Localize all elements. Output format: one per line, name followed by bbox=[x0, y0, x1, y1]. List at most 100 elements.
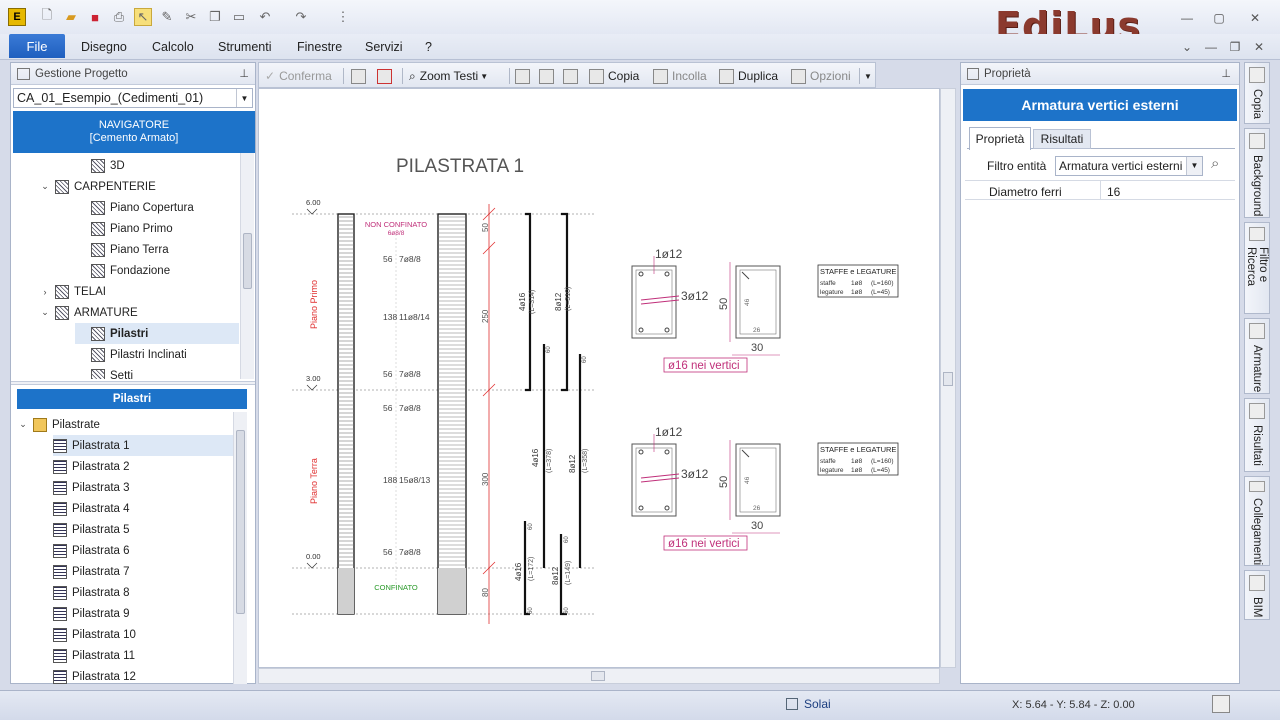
drawing-canvas[interactable]: PILASTRATA 1 6.00 3.00 0.00 Piano Primo … bbox=[258, 88, 940, 668]
copia-button[interactable]: Copia bbox=[589, 67, 639, 85]
zoom-testi-button[interactable]: ⌕ Zoom Testi ▼ bbox=[409, 67, 488, 85]
expand-toggle-icon[interactable]: › bbox=[39, 287, 51, 297]
pilastrata-item[interactable]: Pilastrata 12 bbox=[53, 666, 136, 684]
pilastrata-item[interactable]: Pilastrata 11 bbox=[53, 645, 135, 666]
solai-button[interactable]: Solai bbox=[786, 697, 831, 711]
tree-item[interactable]: ⌄ ARMATURE bbox=[39, 302, 138, 323]
tree-item[interactable]: Piano Copertura bbox=[75, 197, 194, 218]
menu-disegno[interactable]: Disegno bbox=[81, 40, 127, 54]
pilastrata-item[interactable]: Pilastrata 7 bbox=[53, 561, 130, 582]
chevron-down-icon[interactable]: ▼ bbox=[236, 89, 252, 107]
canvas-hscroll[interactable] bbox=[258, 668, 940, 684]
side-tab[interactable]: Filtro e Ricerca bbox=[1244, 222, 1270, 314]
scroll-thumb[interactable] bbox=[943, 372, 953, 386]
tree-root-pilastrate[interactable]: ⌄ Pilastrate bbox=[17, 414, 100, 435]
open-folder-icon[interactable]: ▰ bbox=[62, 8, 80, 26]
pin-icon[interactable]: ⊥ bbox=[239, 67, 249, 80]
undo-icon[interactable]: ↶ bbox=[256, 8, 274, 26]
scroll-thumb[interactable] bbox=[591, 671, 605, 681]
select-pointer-icon[interactable]: ↖ bbox=[134, 8, 152, 26]
title-bar: E 🗋 ▰ ■ ⎙ ↖ ✎ ✂ ❐ ▭ ↶ ↷ ⋮ EdiLus — ▢ ✕ bbox=[0, 0, 1280, 48]
grid-icon[interactable] bbox=[563, 67, 582, 85]
project-select[interactable]: CA_01_Esempio_(Cedimenti_01) ▼ bbox=[13, 88, 253, 108]
pilastrata-item[interactable]: Pilastrata 2 bbox=[53, 456, 130, 477]
copy-icon[interactable]: ❐ bbox=[206, 8, 224, 26]
edit-icon[interactable] bbox=[351, 67, 370, 85]
bar-label: (L=314) bbox=[529, 290, 536, 314]
property-value[interactable]: 16 bbox=[1107, 185, 1120, 199]
menu-calcolo[interactable]: Calcolo bbox=[152, 40, 194, 54]
scroll-thumb[interactable] bbox=[236, 430, 245, 614]
expand-toggle-icon[interactable]: ⌄ bbox=[39, 181, 51, 192]
tree-item[interactable]: Pilastri Inclinati bbox=[75, 344, 187, 365]
scroll-thumb[interactable] bbox=[243, 233, 252, 289]
new-file-icon[interactable]: 🗋 bbox=[38, 7, 56, 26]
pilastrata-item[interactable]: Pilastrata 5 bbox=[53, 519, 130, 540]
pilastrata-item[interactable]: Pilastrata 9 bbox=[53, 603, 130, 624]
tree-item[interactable]: Piano Terra bbox=[75, 239, 169, 260]
expand-toggle-icon[interactable]: ⌄ bbox=[17, 419, 29, 430]
opzioni-button[interactable]: Opzioni bbox=[791, 67, 851, 85]
ribbon-collapse-icon[interactable]: ⌄ bbox=[1176, 38, 1198, 56]
tree-item[interactable]: Piano Primo bbox=[75, 218, 173, 239]
canvas-vscroll[interactable] bbox=[940, 88, 956, 668]
file-menu-button[interactable]: File bbox=[9, 34, 65, 58]
pilastrata-item[interactable]: Pilastrata 8 bbox=[53, 582, 130, 603]
doc-minimize-icon[interactable]: — bbox=[1200, 38, 1222, 56]
menu-strumenti[interactable]: Strumenti bbox=[218, 40, 272, 54]
tree-item[interactable]: Pilastri bbox=[75, 323, 239, 344]
maximize-icon[interactable]: ▢ bbox=[1208, 9, 1230, 27]
tab-risultati[interactable]: Risultati bbox=[1033, 129, 1091, 149]
search-icon[interactable]: ⌕ bbox=[1211, 155, 1219, 172]
close-icon[interactable]: ✕ bbox=[1244, 9, 1266, 27]
app-icon[interactable]: E bbox=[8, 8, 26, 26]
print-icon[interactable]: ⎙ bbox=[110, 8, 128, 26]
expand-toggle-icon[interactable]: ⌄ bbox=[39, 307, 51, 318]
save-icon[interactable]: ■ bbox=[86, 8, 104, 26]
group-icon[interactable] bbox=[515, 67, 534, 85]
side-tab[interactable]: Copia bbox=[1244, 62, 1270, 124]
splitter[interactable] bbox=[11, 381, 255, 385]
tree-item[interactable]: Fondazione bbox=[75, 260, 170, 281]
pilastri-scrollbar[interactable] bbox=[233, 412, 247, 684]
property-row[interactable]: Diametro ferri 16 bbox=[965, 180, 1235, 200]
side-tab[interactable]: Background bbox=[1244, 128, 1270, 218]
toolbar-overflow-icon[interactable]: ▼ bbox=[864, 67, 872, 85]
doc-restore-icon[interactable]: ❐ bbox=[1224, 38, 1246, 56]
tree-item[interactable]: ⌄ CARPENTERIE bbox=[39, 176, 156, 197]
minimize-icon[interactable]: — bbox=[1176, 9, 1198, 27]
incolla-button[interactable]: Incolla bbox=[653, 67, 707, 85]
menu-servizi[interactable]: Servizi bbox=[365, 40, 403, 54]
pilastrata-item[interactable]: Pilastrata 4 bbox=[53, 498, 130, 519]
conferma-button[interactable]: ✓ Conferma bbox=[265, 67, 332, 85]
side-tab[interactable]: Collegamenti bbox=[1244, 476, 1270, 566]
side-tab[interactable]: Armature bbox=[1244, 318, 1270, 394]
chevron-down-icon[interactable]: ▼ bbox=[1186, 157, 1202, 175]
duplica-button[interactable]: Duplica bbox=[719, 67, 778, 85]
ungroup-icon[interactable] bbox=[539, 67, 558, 85]
pilastrata-item[interactable]: Pilastrata 3 bbox=[53, 477, 130, 498]
tree-item[interactable]: › TELAI bbox=[39, 281, 106, 302]
side-tab[interactable]: Risultati bbox=[1244, 398, 1270, 472]
customize-toolbar-icon[interactable]: ⋮ bbox=[334, 8, 352, 26]
menu-finestre[interactable]: Finestre bbox=[297, 40, 342, 54]
cut-icon[interactable]: ✂ bbox=[182, 8, 200, 26]
navigator-scrollbar[interactable] bbox=[240, 153, 254, 379]
side-tab-label: BIM bbox=[1251, 597, 1263, 618]
pilastrata-item[interactable]: Pilastrata 1 bbox=[53, 435, 233, 456]
menu-help[interactable]: ? bbox=[425, 40, 432, 54]
tree-item[interactable]: 3D bbox=[75, 155, 125, 176]
pin-icon[interactable]: ⊥ bbox=[1221, 67, 1231, 80]
filter-select[interactable]: Armatura vertici esterni (1) ▼ bbox=[1055, 156, 1203, 176]
doc-close-icon[interactable]: ✕ bbox=[1248, 38, 1270, 56]
pilastrata-item[interactable]: Pilastrata 10 bbox=[53, 624, 136, 645]
delete-icon[interactable] bbox=[377, 67, 396, 85]
tab-proprieta[interactable]: Proprietà bbox=[969, 127, 1031, 150]
side-tab[interactable]: BIM bbox=[1244, 570, 1270, 620]
tree-item[interactable]: Setti bbox=[75, 365, 133, 379]
properties-wrench-icon[interactable]: ✎ bbox=[158, 8, 176, 26]
results-chart-icon[interactable] bbox=[1212, 695, 1230, 713]
redo-icon[interactable]: ↷ bbox=[292, 8, 310, 26]
paste-icon[interactable]: ▭ bbox=[230, 8, 248, 26]
pilastrata-item[interactable]: Pilastrata 6 bbox=[53, 540, 130, 561]
